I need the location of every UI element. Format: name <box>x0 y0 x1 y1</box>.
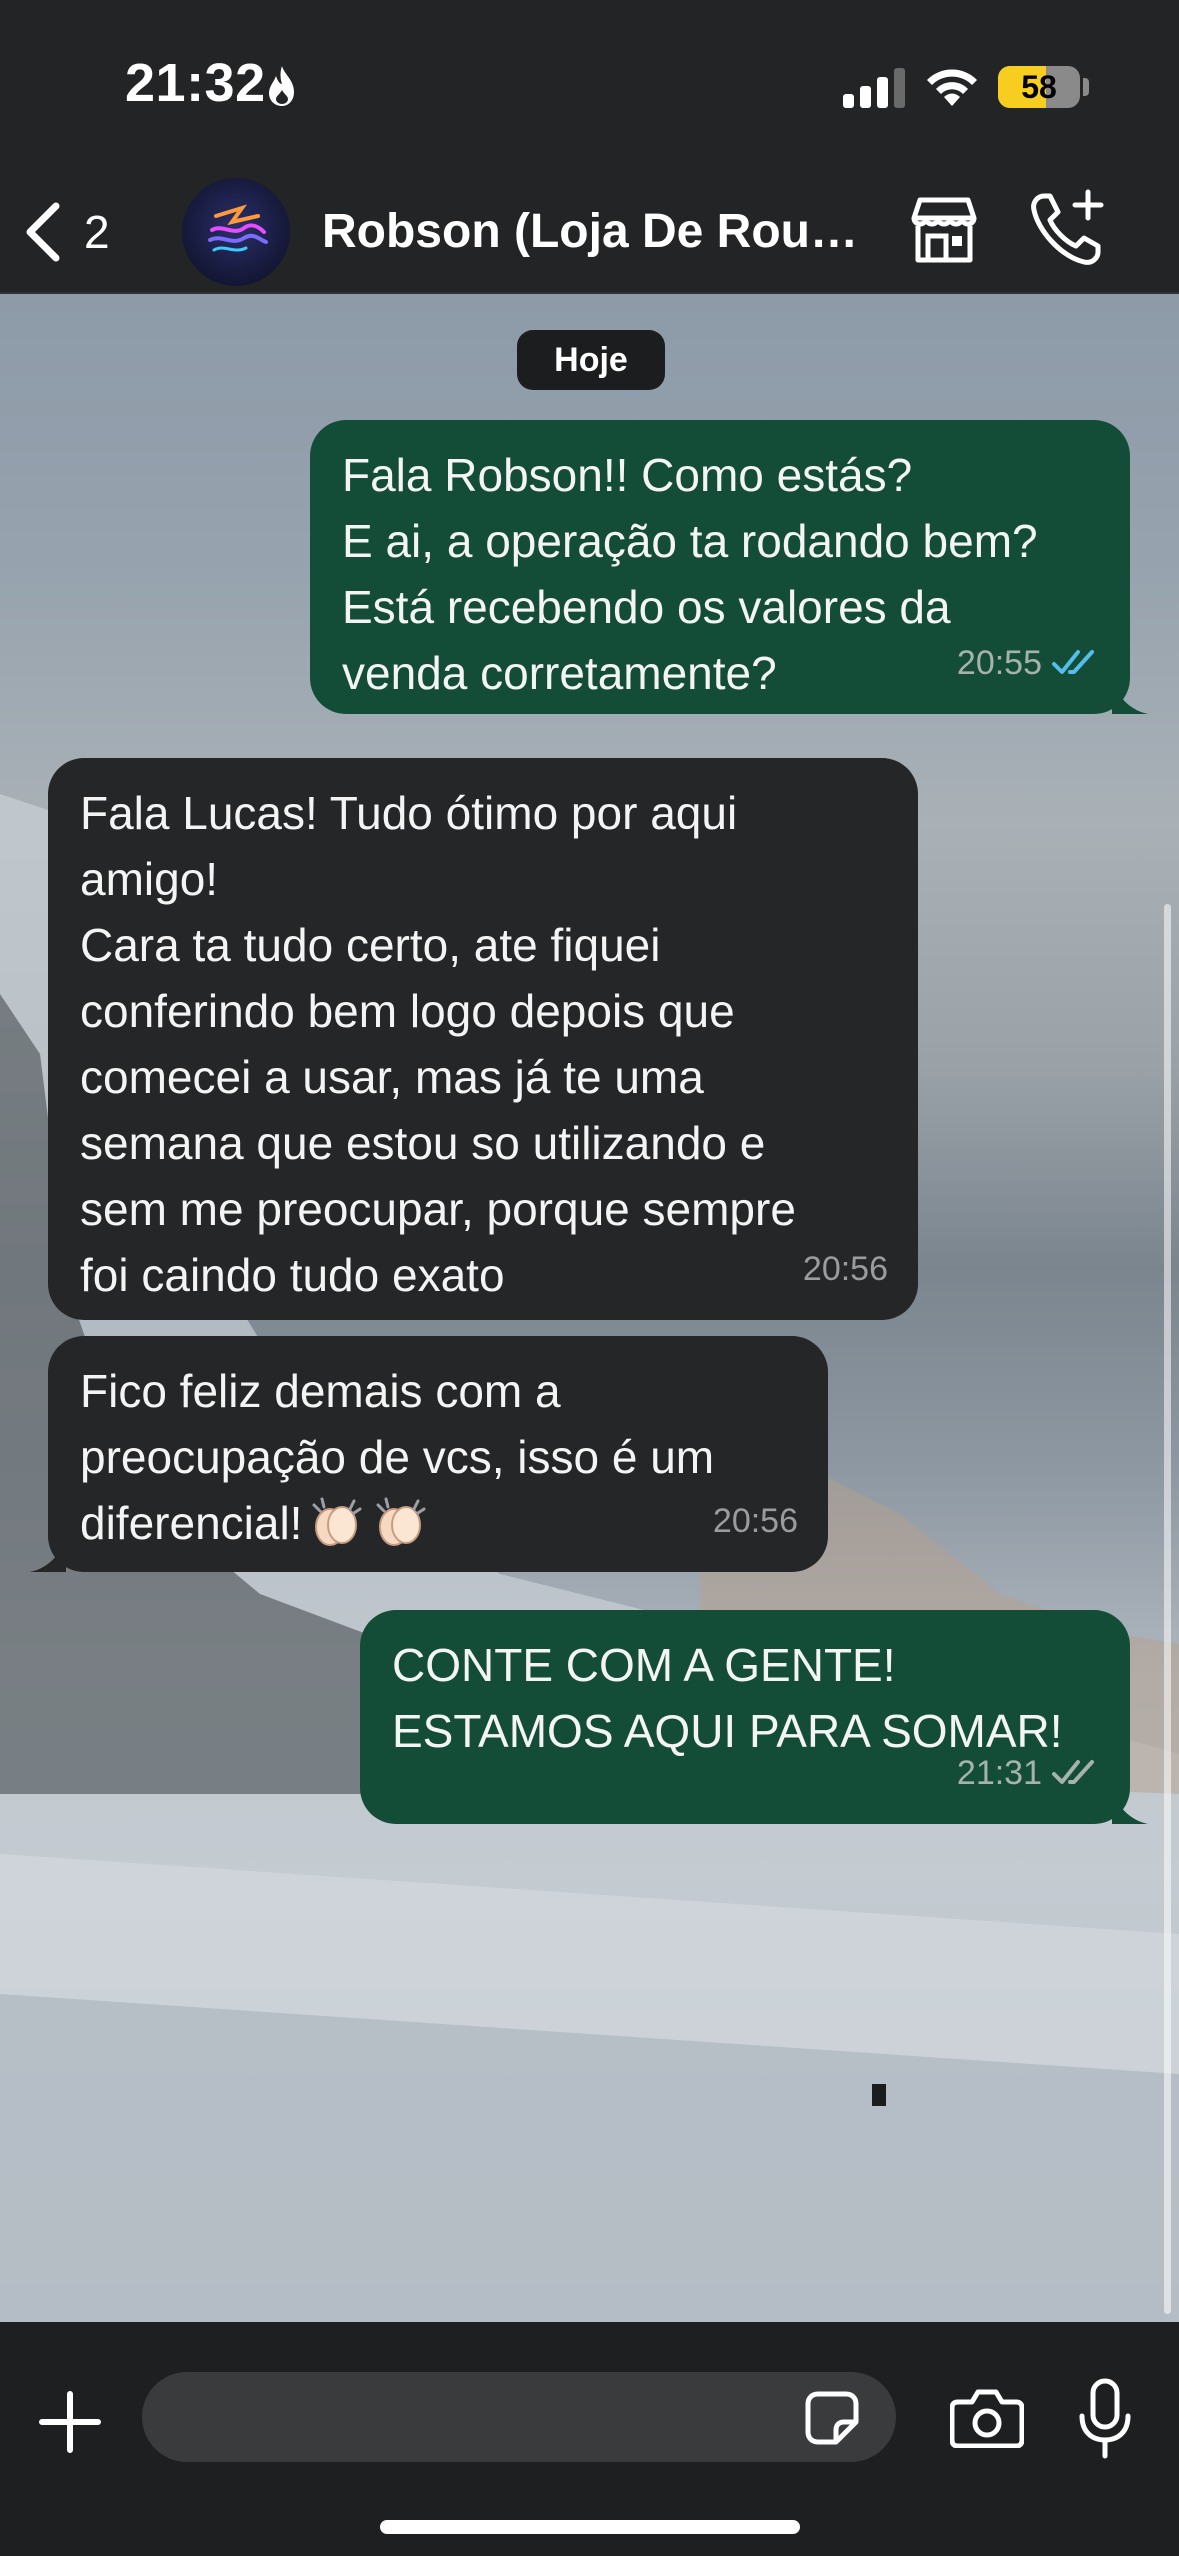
read-ticks-icon <box>1052 650 1094 674</box>
battery-tip <box>1083 78 1089 96</box>
message-outgoing[interactable]: CONTE COM A GENTE! ESTAMOS AQUI PARA SOM… <box>360 1610 1148 1824</box>
bubble-tail <box>1112 678 1148 714</box>
message-meta: 20:55 <box>957 630 1100 696</box>
contact-name[interactable]: Robson (Loja De Roupas) <box>322 194 862 270</box>
bubble-tail <box>30 1536 66 1572</box>
flame-icon <box>269 66 294 106</box>
date-separator: Hoje <box>517 330 665 390</box>
message-input[interactable] <box>142 2372 896 2462</box>
store-icon[interactable] <box>906 192 982 268</box>
message-meta: 21:31 <box>957 1740 1100 1806</box>
message-time: 20:56 <box>712 1502 798 1540</box>
call-add-icon[interactable] <box>1026 188 1108 270</box>
status-time: 21:32 <box>125 53 266 113</box>
clapping-hands-emoji <box>376 1497 426 1546</box>
camera-icon[interactable] <box>950 2388 1024 2448</box>
message-text: Fico feliz demais com a preocupação de v… <box>80 1358 796 1556</box>
chat-scrollbar[interactable] <box>1164 904 1171 2314</box>
message-outgoing[interactable]: Fala Robson!! Como estás? E ai, a operaç… <box>310 420 1148 714</box>
sticker-icon[interactable] <box>804 2390 860 2446</box>
bubble-tail <box>1112 1788 1148 1824</box>
contact-avatar[interactable] <box>182 178 290 286</box>
input-bar <box>0 2322 1179 2556</box>
message-time: 21:31 <box>956 1754 1042 1792</box>
message-incoming[interactable]: Fala Lucas! Tudo ótimo por aqui amigo! C… <box>48 758 918 1320</box>
message-meta: 20:56 <box>803 1236 888 1302</box>
message-incoming[interactable]: Fico feliz demais com a preocupação de v… <box>30 1336 828 1572</box>
cellular-signal-icon <box>843 68 905 108</box>
wifi-icon <box>927 69 977 106</box>
battery-level: 58 <box>1021 69 1057 105</box>
microphone-icon[interactable] <box>1078 2378 1132 2460</box>
status-bar: 21:32 58 <box>0 0 1179 170</box>
message-text: Fala Lucas! Tudo ótimo por aqui amigo! C… <box>80 787 796 1301</box>
battery-icon: 58 <box>998 66 1080 108</box>
back-chevron-icon <box>26 202 60 262</box>
chat-header: 2 Robson (Loja De Roupas) <box>0 170 1179 294</box>
message-time: 20:55 <box>956 644 1042 682</box>
home-indicator[interactable] <box>380 2520 800 2534</box>
message-meta: 20:56 <box>713 1488 798 1554</box>
unread-count: 2 <box>84 206 110 258</box>
back-button[interactable]: 2 <box>20 194 130 270</box>
delivered-ticks-icon <box>1052 1760 1094 1784</box>
chat-area[interactable]: Hoje Fala Robson!! Como estás? E ai, a o… <box>0 294 1179 2322</box>
message-time: 20:56 <box>802 1250 888 1288</box>
plus-icon[interactable] <box>36 2388 104 2456</box>
clapping-hands-emoji <box>312 1497 362 1546</box>
avatar-logo-icon <box>208 204 268 252</box>
